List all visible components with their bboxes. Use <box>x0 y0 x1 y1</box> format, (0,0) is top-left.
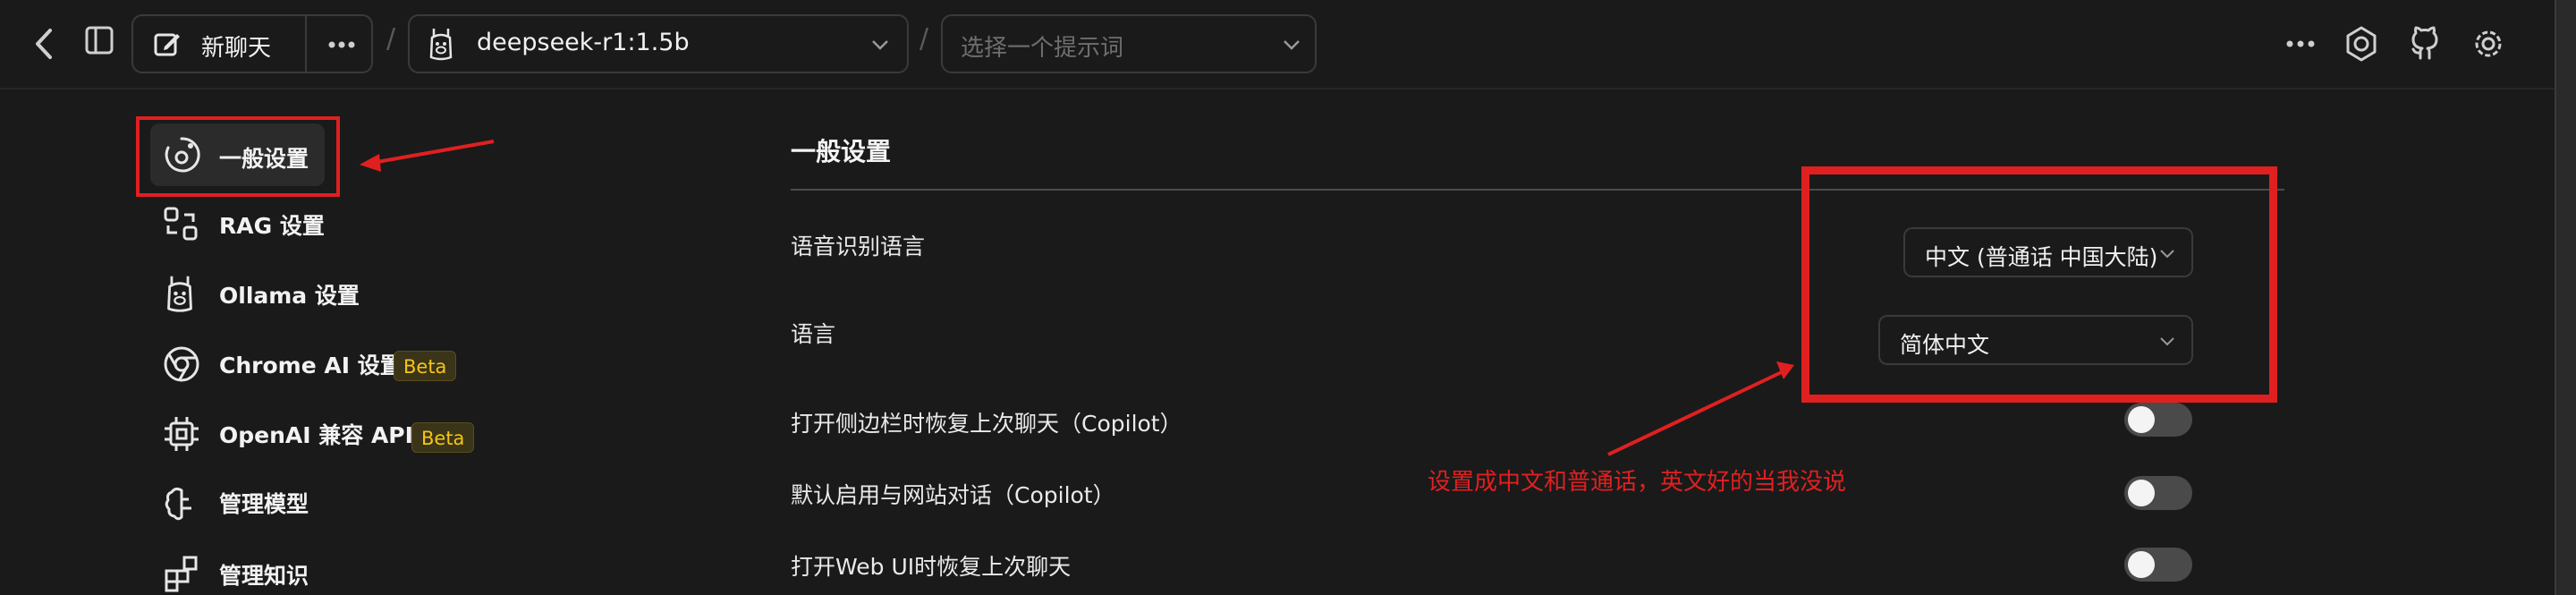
annotation-box-general <box>136 116 340 197</box>
sidebar-item-label: 管理模型 <box>219 491 309 517</box>
gear-icon[interactable] <box>2470 26 2506 62</box>
sidebar-item-chrome-ai[interactable]: Chrome AI 设置 Beta <box>150 333 508 395</box>
blocks-icon <box>163 555 200 592</box>
website-chat-default-label: 默认启用与网站对话（Copilot） <box>791 482 1115 508</box>
top-bar: 新聊天 / deepseek-r1:1.5b / 选择一个提示词 <box>0 0 2576 89</box>
restore-chat-sidebar-toggle[interactable] <box>2124 403 2192 437</box>
settings-ring-icon[interactable] <box>2343 26 2379 62</box>
sidebar-item-ollama[interactable]: Ollama 设置 <box>150 263 419 326</box>
llama-icon <box>428 27 454 61</box>
chevron-down-icon <box>1283 39 1301 50</box>
restore-chat-webui-toggle[interactable] <box>2124 548 2192 582</box>
section-title: 一般设置 <box>791 137 892 166</box>
annotation-note: 设置成中文和普通话，英文好的当我没说 <box>1428 469 1847 496</box>
sidebar-item-manage-knowledge[interactable]: 管理知识 <box>150 544 419 595</box>
sidebar-item-label: 管理知识 <box>219 563 309 589</box>
chrome-icon <box>163 345 200 383</box>
sidebar-item-rag[interactable]: RAG 设置 <box>150 193 419 256</box>
restore-chat-webui-label: 打开Web UI时恢复上次聊天 <box>791 554 1072 580</box>
edit-icon <box>153 30 182 58</box>
sidebar-item-label: Chrome AI 设置 <box>219 353 402 378</box>
beta-badge: Beta <box>394 351 457 381</box>
model-select[interactable]: deepseek-r1:1.5b <box>408 14 909 73</box>
beta-badge: Beta <box>411 422 475 453</box>
breadcrumb-separator: / <box>386 23 396 55</box>
scrollbar[interactable] <box>2555 0 2576 595</box>
sidebar-item-label: RAG 设置 <box>219 213 325 239</box>
sidebar-toggle-icon[interactable] <box>84 25 114 55</box>
prompt-select[interactable]: 选择一个提示词 <box>941 14 1317 73</box>
toggle-knob <box>2128 551 2155 578</box>
prompt-placeholder: 选择一个提示词 <box>961 35 1124 62</box>
language-label: 语言 <box>791 321 836 347</box>
new-chat-label: 新聊天 <box>201 35 272 62</box>
breadcrumb-separator: / <box>919 23 929 55</box>
github-icon[interactable] <box>2407 26 2443 62</box>
speech-language-label: 语音识别语言 <box>791 234 926 259</box>
new-chat-group: 新聊天 <box>131 14 373 73</box>
brain-icon <box>163 485 200 523</box>
model-name: deepseek-r1:1.5b <box>477 29 690 56</box>
sidebar-item-manage-models[interactable]: 管理模型 <box>150 472 419 535</box>
sidebar-item-openai-api[interactable]: OpenAI 兼容 API Beta <box>150 403 508 465</box>
new-chat-button[interactable]: 新聊天 <box>133 16 307 72</box>
toggle-knob <box>2128 406 2155 433</box>
toggle-knob <box>2128 480 2155 506</box>
website-chat-default-toggle[interactable] <box>2124 476 2192 510</box>
sidebar-item-label: OpenAI 兼容 API <box>219 422 413 448</box>
chevron-down-icon <box>871 39 889 50</box>
llama-icon <box>165 274 195 313</box>
more-icon[interactable] <box>328 41 355 48</box>
chip-icon <box>163 415 200 453</box>
rag-icon <box>163 206 199 242</box>
more-icon[interactable] <box>2286 40 2315 47</box>
sidebar-item-label: Ollama 设置 <box>219 283 360 309</box>
settings-sidebar: 一般设置 RAG 设置 Ollama 设置 Chrome AI 设置 Beta … <box>0 89 733 595</box>
annotation-box-language <box>1801 166 2277 403</box>
back-icon[interactable] <box>30 27 57 61</box>
restore-chat-sidebar-label: 打开侧边栏时恢复上次聊天（Copilot） <box>791 411 1182 437</box>
